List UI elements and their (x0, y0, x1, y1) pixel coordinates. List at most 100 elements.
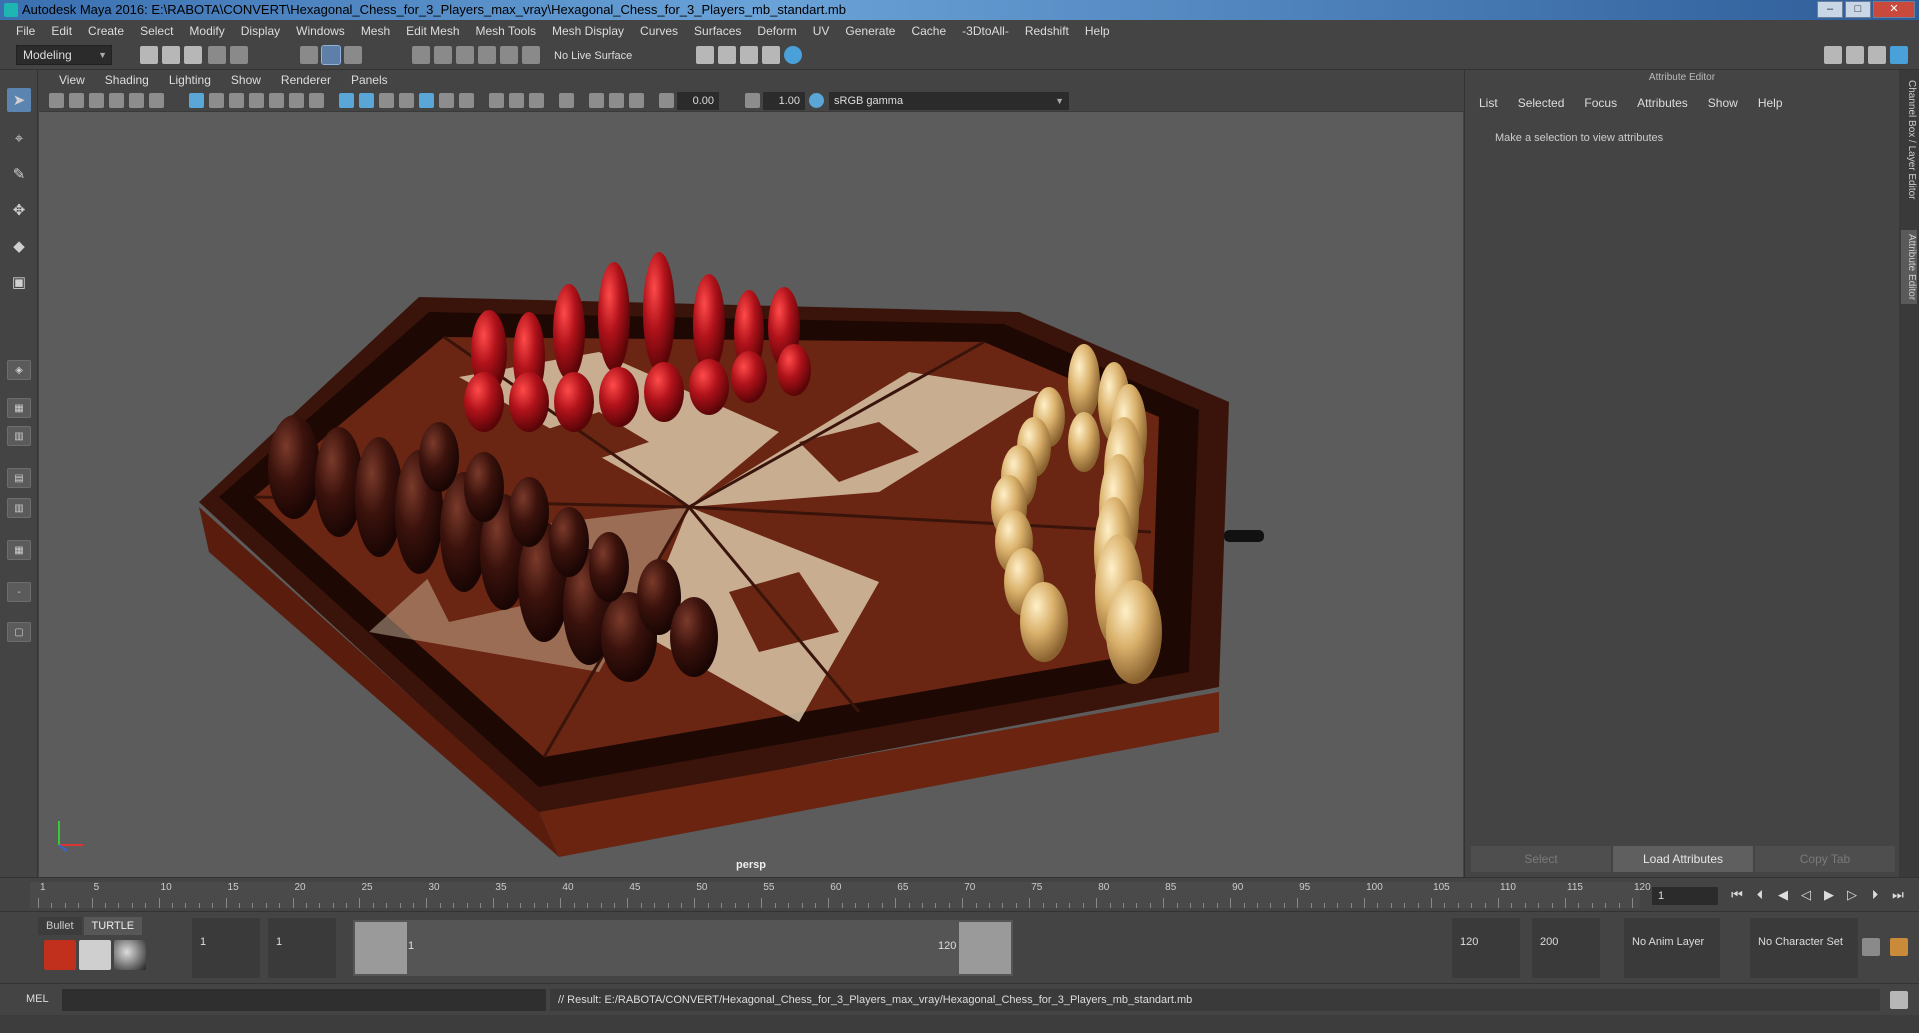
gate-mask-icon[interactable] (249, 93, 264, 108)
rotate-tool-icon[interactable]: ◆ (7, 234, 31, 258)
snap-point-icon[interactable] (456, 46, 474, 64)
redo-icon[interactable] (230, 46, 248, 64)
go-to-end-icon[interactable]: ⏭ (1889, 887, 1907, 903)
animation-preferences-icon[interactable] (1890, 938, 1908, 956)
menu-file[interactable]: File (8, 20, 43, 42)
sphere-material-icon[interactable] (114, 940, 146, 970)
color-management-icon[interactable] (809, 93, 824, 108)
viewport-menu-panels[interactable]: Panels (341, 70, 398, 90)
camera-lock-icon[interactable] (69, 93, 84, 108)
select-tool-icon[interactable]: ➤ (7, 88, 31, 112)
current-frame-field[interactable]: 1 (1652, 887, 1718, 905)
paint-select-tool-icon[interactable]: ✎ (7, 162, 31, 186)
make-live-icon[interactable] (522, 46, 540, 64)
menu-cache[interactable]: Cache (903, 20, 954, 42)
viewport-panel[interactable]: View Shading Lighting Show Renderer Pane… (39, 70, 1463, 877)
xray-components-icon[interactable] (629, 93, 644, 108)
field-chart-icon[interactable] (269, 93, 284, 108)
motion-blur-icon[interactable] (509, 93, 524, 108)
render-view-icon[interactable] (696, 46, 714, 64)
scale-tool-icon[interactable]: ▣ (7, 270, 31, 294)
safe-action-icon[interactable] (289, 93, 304, 108)
character-set-dropdown[interactable]: No Character Set (1750, 918, 1858, 978)
wireframe-icon[interactable] (339, 93, 354, 108)
menu-display[interactable]: Display (233, 20, 288, 42)
step-forward-key-icon[interactable]: ▷ (1843, 887, 1861, 903)
image-plane-icon[interactable] (109, 93, 124, 108)
wireframe-on-shaded-icon[interactable] (399, 93, 414, 108)
menu-help[interactable]: Help (1077, 20, 1118, 42)
xray-joints-icon[interactable] (609, 93, 624, 108)
outliner-layout-icon[interactable]: ▥ (7, 498, 31, 518)
view-transform-dropdown[interactable]: sRGB gamma ▼ (829, 92, 1069, 110)
custom-layout-icon[interactable]: ▢ (7, 622, 31, 642)
use-all-lights-icon[interactable] (439, 93, 454, 108)
menu-mesh-display[interactable]: Mesh Display (544, 20, 632, 42)
xray-icon[interactable] (589, 93, 604, 108)
menu-mesh[interactable]: Mesh (353, 20, 398, 42)
animation-end-field[interactable]: 200 (1532, 918, 1600, 978)
move-tool-icon[interactable]: ✥ (7, 198, 31, 222)
menu-mesh-tools[interactable]: Mesh Tools (468, 20, 544, 42)
undo-icon[interactable] (208, 46, 226, 64)
ae-menu-help[interactable]: Help (1748, 94, 1793, 112)
ae-select-button[interactable]: Select (1471, 846, 1611, 872)
resolution-gate-icon[interactable] (229, 93, 244, 108)
select-hierarchy-icon[interactable] (300, 46, 318, 64)
screen-space-ao-icon[interactable] (489, 93, 504, 108)
ae-menu-selected[interactable]: Selected (1508, 94, 1575, 112)
tab-attribute-editor[interactable]: Attribute Editor (1901, 230, 1917, 305)
shadows-icon[interactable] (459, 93, 474, 108)
select-object-icon[interactable] (321, 45, 341, 65)
maximize-button[interactable]: □ (1845, 1, 1871, 18)
command-input[interactable] (62, 989, 546, 1011)
step-back-icon[interactable]: ⏴ (1751, 887, 1769, 903)
step-forward-icon[interactable]: ⏵ (1866, 887, 1884, 903)
menu-set-dropdown[interactable]: Modeling ▼ (16, 45, 112, 65)
camera-select-icon[interactable] (49, 93, 64, 108)
playback-start-field[interactable]: 1 (268, 918, 336, 978)
animation-start-field[interactable]: 1 (192, 918, 260, 978)
menu-windows[interactable]: Windows (288, 20, 353, 42)
menu-surfaces[interactable]: Surfaces (686, 20, 749, 42)
snap-view-icon[interactable] (478, 46, 496, 64)
viewport-menu-shading[interactable]: Shading (95, 70, 159, 90)
attribute-editor-toggle-icon[interactable] (1846, 46, 1864, 64)
menu-edit-mesh[interactable]: Edit Mesh (398, 20, 467, 42)
save-scene-icon[interactable] (184, 46, 202, 64)
shelf-tab-bullet[interactable]: Bullet (38, 917, 82, 935)
menu-select[interactable]: Select (132, 20, 181, 42)
render-settings-icon[interactable] (762, 46, 780, 64)
play-backwards-icon[interactable]: ◁ (1797, 887, 1815, 903)
grid-toggle-icon[interactable] (189, 93, 204, 108)
ipr-render-icon[interactable] (740, 46, 758, 64)
viewport-menu-show[interactable]: Show (221, 70, 271, 90)
ae-load-attributes-button[interactable]: Load Attributes (1613, 846, 1753, 872)
anti-aliasing-icon[interactable] (529, 93, 544, 108)
ae-menu-show[interactable]: Show (1698, 94, 1748, 112)
film-gate-icon[interactable] (209, 93, 224, 108)
range-slider[interactable]: 1 120 (353, 920, 1013, 976)
2d-pan-zoom-icon[interactable] (129, 93, 144, 108)
snap-grid-icon[interactable] (412, 46, 430, 64)
grease-pencil-icon[interactable] (149, 93, 164, 108)
isolate-select-icon[interactable] (559, 93, 574, 108)
bookmark-icon[interactable] (89, 93, 104, 108)
ae-menu-focus[interactable]: Focus (1574, 94, 1627, 112)
close-button[interactable]: ✕ (1873, 1, 1915, 18)
channel-box-toggle-icon[interactable] (1890, 46, 1908, 64)
smooth-shade-icon[interactable] (359, 93, 374, 108)
script-editor-icon[interactable] (1890, 991, 1908, 1009)
ae-menu-list[interactable]: List (1469, 94, 1508, 112)
single-perspective-layout-icon[interactable]: ◈ (7, 360, 31, 380)
ae-copy-tab-button[interactable]: Copy Tab (1755, 846, 1895, 872)
four-view-layout-icon[interactable]: ▦ (7, 398, 31, 418)
go-to-start-icon[interactable]: ⏮ (1728, 887, 1746, 903)
menu-curves[interactable]: Curves (632, 20, 686, 42)
menu-create[interactable]: Create (80, 20, 132, 42)
persp-outliner-layout-icon[interactable]: ▥ (7, 426, 31, 446)
hypershade-layout-icon[interactable]: ▦ (7, 540, 31, 560)
new-scene-icon[interactable] (140, 46, 158, 64)
time-ruler[interactable]: 1 5 10 15 20 25 30 35 40 45 50 55 60 65 70 75 80 85 90 95 10… (30, 882, 1651, 908)
step-back-key-icon[interactable]: ◀ (1774, 887, 1792, 903)
